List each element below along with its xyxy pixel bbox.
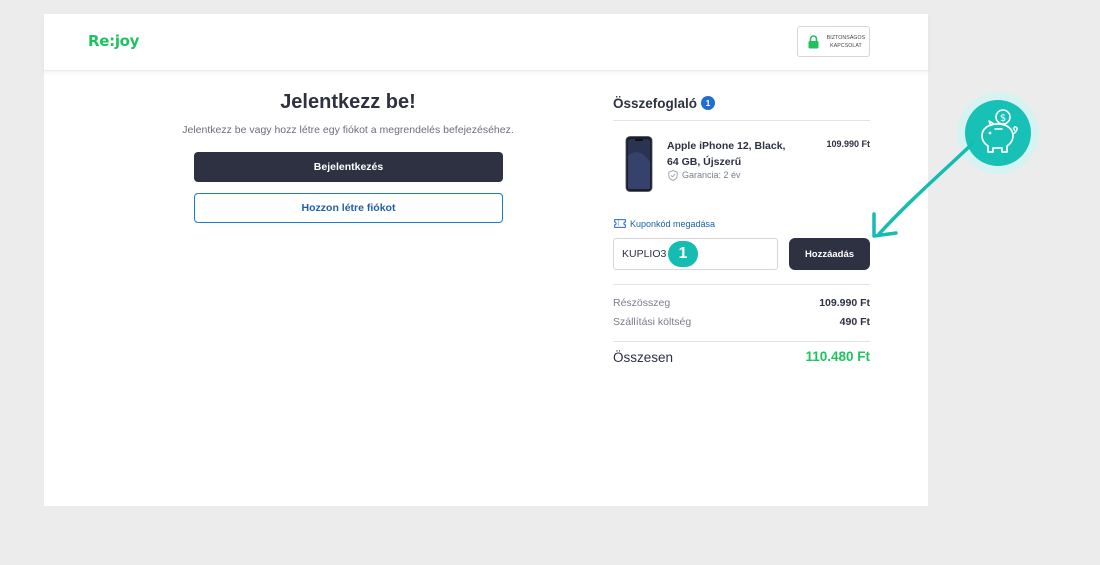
login-button[interactable]: Bejelentkezés [194, 152, 503, 182]
subtotal-value: 109.990 Ft [819, 297, 870, 309]
create-account-button[interactable]: Hozzon létre fiókot [194, 193, 503, 223]
secure-connection-text: BIZTONSÁGOS KAPCSOLAT [826, 35, 866, 49]
step-number-badge: 1 [668, 241, 698, 267]
divider [613, 120, 870, 121]
divider [613, 284, 870, 285]
subtotal-label: Részösszeg [613, 297, 671, 309]
secure-connection-badge: BIZTONSÁGOS KAPCSOLAT [797, 26, 870, 57]
shipping-value: 490 Ft [839, 316, 870, 328]
lock-icon [808, 35, 819, 49]
pointer-arrow [872, 142, 974, 238]
product-name[interactable]: Apple iPhone 12, Black, 64 GB, Újszerű [667, 138, 797, 170]
iphone-product-image [625, 136, 653, 192]
summary-count-badge: 1 [701, 96, 715, 110]
total-value: 110.480 Ft [805, 349, 870, 364]
shield-check-icon [668, 170, 678, 181]
total-label: Összesen [613, 350, 674, 365]
checkout-card: Re:joy BIZTONSÁGOS KAPCSOLAT Jelentkezz … [44, 14, 928, 506]
login-title: Jelentkezz be! [280, 91, 416, 113]
warranty-text: Garancia: 2 év [682, 170, 741, 180]
rejoy-logo[interactable]: Re:joy [88, 32, 139, 50]
shipping-label: Szállítási költség [613, 316, 692, 328]
header-bar: Re:joy BIZTONSÁGOS KAPCSOLAT [44, 14, 928, 71]
login-subtitle: Jelentkezz be vagy hozz létre egy fiókot… [182, 124, 514, 136]
ticket-icon [614, 219, 626, 228]
add-coupon-button[interactable]: Hozzáadás [789, 238, 870, 270]
coupon-code-link[interactable]: Kuponkód megadása [630, 219, 715, 229]
summary-title: Összefoglaló [613, 96, 698, 111]
divider [613, 341, 870, 342]
svg-text:$: $ [1000, 113, 1006, 124]
